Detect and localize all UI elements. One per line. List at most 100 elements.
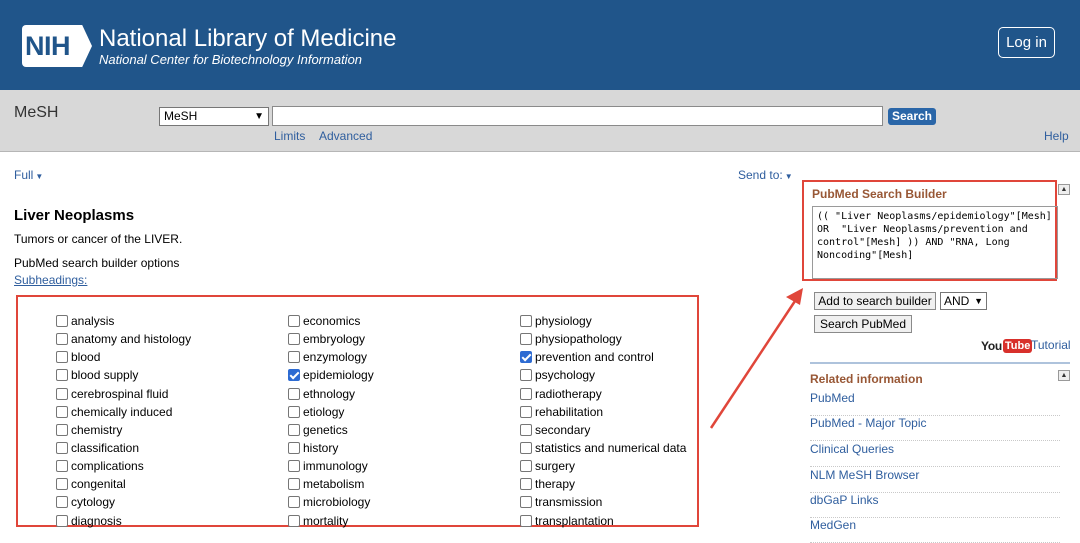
subheading-option[interactable]: secondary — [520, 421, 686, 439]
subheading-option[interactable]: transplantation — [520, 512, 686, 530]
related-link-nlm-mesh-browser[interactable]: NLM MeSH Browser — [810, 468, 1060, 493]
limits-link[interactable]: Limits — [274, 129, 305, 143]
subheading-option[interactable]: chemistry — [56, 421, 191, 439]
subheading-option[interactable]: ethnology — [288, 385, 374, 403]
collapse-up-icon[interactable]: ▲ — [1058, 370, 1070, 381]
subheading-checkbox[interactable] — [520, 333, 532, 346]
subheading-option[interactable]: surgery — [520, 457, 686, 475]
subheading-option[interactable]: microbiology — [288, 493, 374, 511]
related-link-pubmed-major-topic[interactable]: PubMed - Major Topic — [810, 416, 1060, 441]
subheading-checkbox[interactable] — [56, 387, 68, 400]
related-link-clinical-queries[interactable]: Clinical Queries — [810, 442, 1060, 467]
subheading-option[interactable]: metabolism — [288, 475, 374, 493]
search-pubmed-button[interactable]: Search PubMed — [814, 315, 912, 333]
subheading-checkbox[interactable] — [56, 514, 68, 527]
subheading-option[interactable]: etiology — [288, 403, 374, 421]
subheading-checkbox[interactable] — [520, 351, 532, 364]
subheading-checkbox[interactable] — [288, 496, 300, 509]
builder-options-label: PubMed search builder options — [14, 256, 180, 270]
related-link-pubmed[interactable]: PubMed — [810, 391, 1060, 416]
youtube-logo-icon[interactable]: You Tube — [981, 338, 1033, 354]
subheading-option[interactable]: anatomy and histology — [56, 330, 191, 348]
nih-logo[interactable]: NIH — [22, 25, 92, 67]
search-builder-textarea[interactable]: (( "Liver Neoplasms/epidemiology"[Mesh] … — [812, 206, 1058, 279]
subheading-checkbox[interactable] — [520, 387, 532, 400]
advanced-link[interactable]: Advanced — [319, 129, 372, 143]
subheading-checkbox[interactable] — [288, 478, 300, 491]
subheading-option[interactable]: blood — [56, 348, 191, 366]
subheading-option[interactable]: radiotherapy — [520, 385, 686, 403]
subheading-checkbox[interactable] — [56, 496, 68, 509]
subheading-option[interactable]: prevention and control — [520, 348, 686, 366]
subheading-checkbox[interactable] — [288, 423, 300, 436]
subheadings-link[interactable]: Subheadings: — [14, 273, 87, 287]
subheading-checkbox[interactable] — [520, 442, 532, 455]
subheading-option[interactable]: analysis — [56, 312, 191, 330]
search-button[interactable]: Search — [888, 108, 936, 125]
subheading-option[interactable]: genetics — [288, 421, 374, 439]
subheading-checkbox[interactable] — [520, 496, 532, 509]
subheading-checkbox[interactable] — [520, 423, 532, 436]
subheading-option[interactable]: transmission — [520, 493, 686, 511]
related-link-medgen[interactable]: MedGen — [810, 518, 1060, 543]
subheading-option[interactable]: embryology — [288, 330, 374, 348]
subheading-option[interactable]: cerebrospinal fluid — [56, 385, 191, 403]
subheading-checkbox[interactable] — [56, 478, 68, 491]
subheading-option[interactable]: history — [288, 439, 374, 457]
subheading-option[interactable]: epidemiology — [288, 366, 374, 384]
subheading-option[interactable]: rehabilitation — [520, 403, 686, 421]
subheading-checkbox[interactable] — [56, 405, 68, 418]
subheading-option[interactable]: diagnosis — [56, 512, 191, 530]
collapse-up-icon[interactable]: ▲ — [1058, 184, 1070, 195]
subheading-option[interactable]: complications — [56, 457, 191, 475]
subheading-label: statistics and numerical data — [535, 441, 687, 456]
org-name[interactable]: National Library of Medicine — [99, 26, 396, 52]
search-input[interactable] — [272, 106, 883, 126]
subheading-checkbox[interactable] — [288, 369, 300, 382]
login-button[interactable]: Log in — [998, 27, 1055, 58]
subheading-checkbox[interactable] — [56, 423, 68, 436]
related-link-dbgap-links[interactable]: dbGaP Links — [810, 493, 1060, 518]
subheading-option[interactable]: cytology — [56, 493, 191, 511]
subheading-checkbox[interactable] — [520, 405, 532, 418]
add-to-search-builder-button[interactable]: Add to search builder — [814, 292, 936, 310]
subheading-option[interactable]: chemically induced — [56, 403, 191, 421]
subheading-option[interactable]: psychology — [520, 366, 686, 384]
subheading-checkbox[interactable] — [520, 369, 532, 382]
display-format-menu[interactable]: Full ▼ — [14, 168, 43, 182]
subheading-checkbox[interactable] — [288, 387, 300, 400]
subheading-option[interactable]: enzymology — [288, 348, 374, 366]
help-link[interactable]: Help — [1044, 129, 1069, 143]
subheading-checkbox[interactable] — [56, 315, 68, 328]
subheading-checkbox[interactable] — [288, 442, 300, 455]
subheading-option[interactable]: blood supply — [56, 366, 191, 384]
subheading-option[interactable]: immunology — [288, 457, 374, 475]
subheading-checkbox[interactable] — [520, 514, 532, 527]
subheading-checkbox[interactable] — [288, 315, 300, 328]
subheading-option[interactable]: therapy — [520, 475, 686, 493]
subheading-option[interactable]: congenital — [56, 475, 191, 493]
subheading-option[interactable]: mortality — [288, 512, 374, 530]
subheading-checkbox[interactable] — [520, 478, 532, 491]
subheading-checkbox[interactable] — [288, 351, 300, 364]
subheading-option[interactable]: physiopathology — [520, 330, 686, 348]
subheading-checkbox[interactable] — [288, 405, 300, 418]
subheading-checkbox[interactable] — [288, 514, 300, 527]
tutorial-link[interactable]: Tutorial — [1031, 338, 1071, 352]
subheading-checkbox[interactable] — [56, 333, 68, 346]
subheading-checkbox[interactable] — [56, 460, 68, 473]
subheading-option[interactable]: statistics and numerical data — [520, 439, 686, 457]
boolean-operator-select[interactable]: AND ▼ — [940, 292, 987, 310]
subheading-option[interactable]: classification — [56, 439, 191, 457]
subheading-checkbox[interactable] — [56, 369, 68, 382]
subheading-option[interactable]: physiology — [520, 312, 686, 330]
subheading-option[interactable]: economics — [288, 312, 374, 330]
subheading-checkbox[interactable] — [520, 315, 532, 328]
subheading-checkbox[interactable] — [288, 333, 300, 346]
subheading-checkbox[interactable] — [56, 442, 68, 455]
subheading-checkbox[interactable] — [520, 460, 532, 473]
database-select[interactable]: MeSH ▼ — [159, 107, 269, 126]
subheading-checkbox[interactable] — [56, 351, 68, 364]
send-to-menu[interactable]: Send to: ▼ — [738, 168, 793, 182]
subheading-checkbox[interactable] — [288, 460, 300, 473]
